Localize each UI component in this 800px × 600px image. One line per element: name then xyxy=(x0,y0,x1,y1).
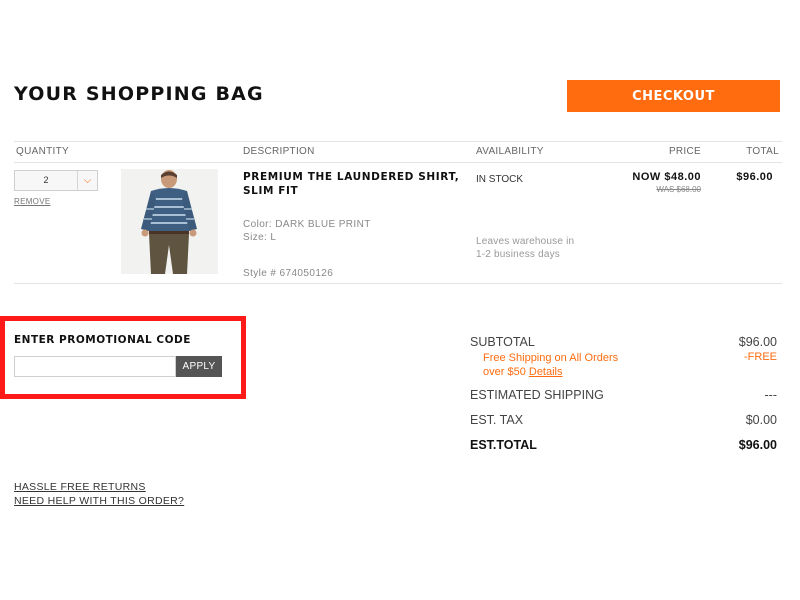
shipping-estimate-line: 1-2 business days xyxy=(476,249,561,260)
free-shipping-value: -FREE xyxy=(744,351,777,363)
remove-link[interactable]: REMOVE xyxy=(14,197,50,206)
column-header-availability: AVAILABILITY xyxy=(476,146,544,157)
estimated-tax-label: EST. TAX xyxy=(470,413,524,427)
estimated-total-value: $96.00 xyxy=(738,438,777,452)
divider xyxy=(14,162,782,163)
quantity-select[interactable]: 2 ⌵ xyxy=(14,170,98,191)
free-shipping-line: over $50 xyxy=(483,366,526,378)
subtotal-label: SUBTOTAL xyxy=(470,335,535,349)
column-header-total: TOTAL xyxy=(746,146,779,157)
shipping-estimate: Leaves warehouse in 1-2 business days xyxy=(476,235,574,261)
estimated-shipping-label: ESTIMATED SHIPPING xyxy=(470,388,604,402)
free-shipping-note: Free Shipping on All Orders over $50 Det… xyxy=(483,351,618,379)
subtotal-value: $96.00 xyxy=(738,335,777,349)
line-total: $96.00 xyxy=(736,171,773,183)
free-shipping-line: Free Shipping on All Orders xyxy=(483,352,619,364)
shipping-estimate-line: Leaves warehouse in xyxy=(476,236,575,247)
availability-status: IN STOCK xyxy=(476,174,524,185)
estimated-total-label: EST.TOTAL xyxy=(470,438,537,452)
price-now: NOW $48.00 xyxy=(632,171,701,183)
product-color: Color: DARK BLUE PRINT xyxy=(243,219,371,230)
shirt-model-image xyxy=(121,169,218,274)
column-header-quantity: QUANTITY xyxy=(16,146,69,157)
page-title: YOUR SHOPPING BAG xyxy=(14,83,264,105)
estimated-tax-value: $0.00 xyxy=(745,413,777,427)
quantity-value: 2 xyxy=(43,175,49,185)
checkout-button[interactable]: CHECKOUT xyxy=(567,80,780,112)
price-was: WAS $68.00 xyxy=(656,185,701,194)
order-help-link[interactable]: NEED HELP WITH THIS ORDER? xyxy=(14,495,184,507)
hassle-free-returns-link[interactable]: HASSLE FREE RETURNS xyxy=(14,481,146,493)
column-header-description: DESCRIPTION xyxy=(243,146,315,157)
product-style-number: Style # 674050126 xyxy=(243,268,334,279)
divider xyxy=(14,283,782,284)
chevron-down-icon[interactable]: ⌵ xyxy=(77,171,97,190)
estimated-shipping-value: --- xyxy=(764,388,778,402)
column-header-price: PRICE xyxy=(668,146,701,157)
details-link[interactable]: Details xyxy=(529,366,563,378)
product-image[interactable] xyxy=(121,169,218,274)
apply-button[interactable]: APPLY xyxy=(176,356,222,377)
promo-code-input[interactable] xyxy=(14,356,176,377)
divider xyxy=(14,141,782,142)
product-name[interactable]: PREMIUM THE LAUNDERED SHIRT, SLIM FIT xyxy=(243,170,465,198)
product-size: Size: L xyxy=(243,232,277,243)
promo-code-label: ENTER PROMOTIONAL CODE xyxy=(14,334,191,346)
